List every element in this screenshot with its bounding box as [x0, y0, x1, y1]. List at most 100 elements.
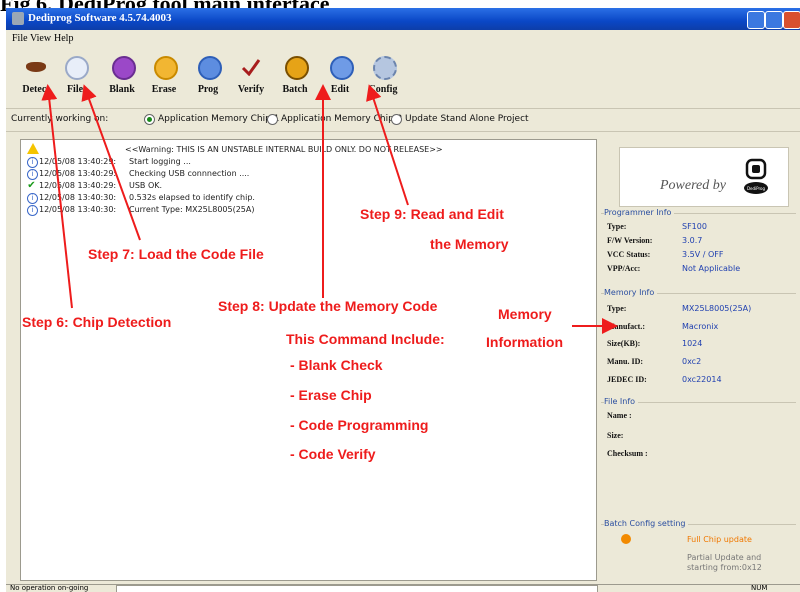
warning-icon [27, 143, 39, 154]
batch-config-title: Batch Config setting [604, 519, 689, 528]
file-key: Size: [607, 431, 624, 440]
log-message: USB OK. [129, 181, 163, 190]
erase-label: Erase [151, 84, 177, 95]
radio-stand-alone-label: Update Stand Alone Project [405, 114, 529, 124]
file-key: Checksum : [607, 449, 648, 458]
prog-button[interactable]: Prog [188, 54, 228, 104]
edit-icon [330, 56, 354, 80]
batch-line: Partial Update and [687, 553, 761, 562]
log-message: Checking USB connnection .... [129, 169, 250, 178]
edit-label: Edit [330, 84, 350, 95]
blank-button[interactable]: Blank [102, 54, 142, 104]
toolbar: Detect File Blank Erase Prog Verify Batc… [6, 48, 800, 109]
annotation-step8: Step 8: Update the Memory Code [218, 298, 438, 314]
file-icon [65, 56, 89, 80]
app-icon [12, 12, 24, 25]
radio-chip-2-label: Application Memory Chip 2 [281, 114, 403, 124]
title-bar: Dediprog Software 4.5.74.4003 [6, 8, 800, 30]
verify-check-icon [241, 59, 261, 76]
status-bar: No operation on-going NUM [6, 584, 800, 592]
verify-label: Verify [237, 84, 265, 95]
config-label: Config [368, 84, 398, 95]
warning-text: <<Warning: THIS IS AN UNSTABLE INTERNAL … [125, 145, 443, 154]
batch-line: starting from:0x12 [687, 563, 762, 572]
mem-value: 0xc2 [682, 357, 702, 366]
annotation-step8-item: - Code Programming [290, 417, 429, 433]
config-gear-icon [373, 56, 397, 80]
batch-label: Batch [282, 84, 308, 95]
prog-label: Prog [197, 84, 219, 95]
programmer-info-title: Programmer Info [604, 208, 675, 217]
log-time: 12/05/08 13:40:30: [39, 193, 117, 202]
batch-icon [285, 56, 309, 80]
batch-config-group: Batch Config setting Full Chip update Pa… [601, 519, 796, 577]
radio-chip-1-label: Application Memory Chip 1 [158, 114, 280, 124]
maximize-button[interactable] [765, 11, 783, 29]
dediprog-logo-icon: DediProg [744, 158, 768, 194]
annotation-step8-item: - Blank Check [290, 357, 383, 373]
file-key: Name : [607, 411, 632, 420]
info-panel: Powered by DediProg Programmer Info Type… [601, 139, 796, 579]
progress-field [116, 585, 598, 592]
annotation-step8-item: - Code Verify [290, 446, 376, 462]
prog-value: 3.0.7 [682, 236, 703, 245]
annotation-step6: Step 6: Chip Detection [22, 314, 172, 330]
log-message: Current Type: MX25L8005(25A) [129, 205, 255, 214]
prog-key: F/W Version: [607, 236, 653, 245]
radio-chip-2[interactable] [267, 114, 278, 125]
memory-info-group: Memory Info Type: MX25L8005(25A) Manufact… [601, 288, 796, 394]
annotation-step9-line2: the Memory [430, 236, 509, 252]
file-info-title: File Info [604, 397, 639, 406]
prog-key: VCC Status: [607, 250, 651, 259]
file-label: File [66, 84, 84, 95]
radio-stand-alone[interactable] [391, 114, 402, 125]
mem-value: Macronix [682, 322, 719, 331]
radio-chip-1[interactable] [144, 114, 155, 125]
prog-key: Type: [607, 222, 627, 231]
info-icon: i [27, 205, 38, 216]
menu-view[interactable]: View [30, 33, 51, 44]
mem-value: 0xc22014 [682, 375, 722, 384]
detect-button[interactable]: Detect [16, 54, 56, 104]
window-title: Dediprog Software 4.5.74.4003 [28, 12, 172, 24]
minimize-button[interactable] [747, 11, 765, 29]
batch-start-address: starting from:0x12 [687, 563, 762, 572]
mem-key: Type: [607, 304, 627, 313]
file-button[interactable]: File [55, 54, 95, 104]
memory-info-title: Memory Info [604, 288, 658, 297]
powered-by-text: Powered by [660, 178, 726, 193]
menu-help[interactable]: Help [54, 33, 73, 44]
batch-full-update: Full Chip update [687, 535, 752, 544]
prog-value: SF100 [682, 222, 707, 231]
ok-check-icon: ✔ [27, 180, 36, 191]
log-time: 12/05/08 13:40:29: [39, 157, 117, 166]
annotation-memory: Memory [498, 306, 552, 322]
mode-bar: Currently working on: Application Memory… [6, 109, 800, 132]
menu-file[interactable]: File [12, 33, 28, 44]
info-icon: i [27, 193, 38, 204]
blank-label: Blank [109, 84, 135, 95]
batch-button[interactable]: Batch [275, 54, 315, 104]
mode-label: Currently working on: [11, 114, 109, 124]
batch-partial-update: Partial Update and [687, 553, 762, 562]
log-time: 12/05/08 13:40:30: [39, 205, 117, 214]
mem-key: Size(KB): [607, 339, 641, 348]
info-icon: i [27, 169, 38, 180]
erase-button[interactable]: Erase [144, 54, 184, 104]
arrow-right-icon [621, 534, 631, 544]
log-message: 0.532s elapsed to identify chip. [129, 193, 255, 202]
verify-button[interactable]: Verify [231, 54, 271, 104]
annotation-step8-item: - Erase Chip [290, 387, 372, 403]
close-button[interactable] [783, 11, 800, 29]
num-lock-indicator: NUM [751, 584, 768, 592]
prog-value: Not Applicable [682, 264, 741, 273]
log-time: 12/05/08 13:40:29: [39, 181, 117, 190]
powered-by-box: Powered by DediProg [619, 147, 789, 207]
mem-value: MX25L8005(25A) [682, 304, 752, 313]
log-time: 12/05/08 13:40:29: [39, 169, 117, 178]
detect-label: Detect [22, 84, 50, 95]
annotation-step8-sub: This Command Include: [286, 331, 445, 347]
annotation-step9: Step 9: Read and Edit [360, 206, 504, 222]
edit-button[interactable]: Edit [320, 54, 360, 104]
config-button[interactable]: Config [363, 54, 403, 104]
